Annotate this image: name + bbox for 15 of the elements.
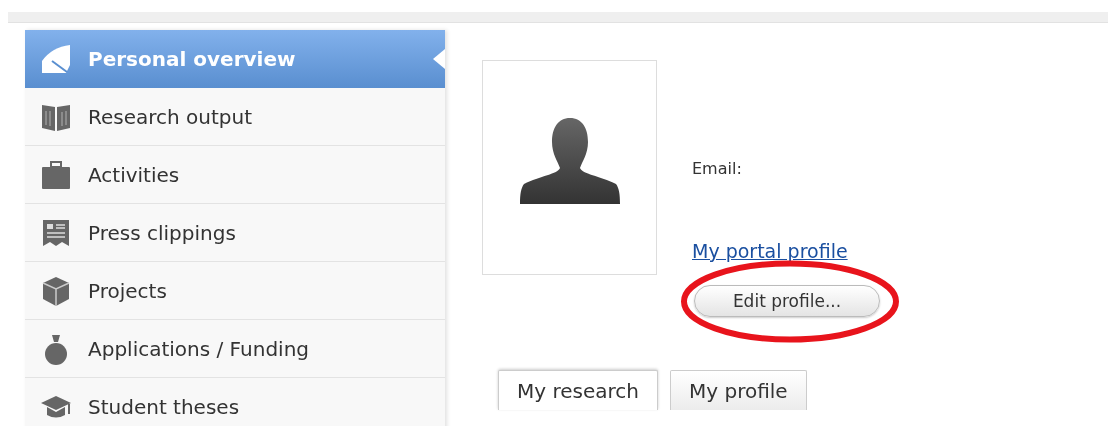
cube-icon [40,274,72,307]
sidebar-item[interactable]: Applications / Funding [25,320,445,378]
email-label: Email: [692,159,742,178]
sidebar-item[interactable]: Student theses [25,378,445,426]
sidebar-item[interactable]: Press clippings [25,204,445,262]
edit-profile-button[interactable]: Edit profile... [694,285,880,317]
tab[interactable]: My research [498,370,658,410]
sidebar-item[interactable]: Activities [25,146,445,204]
sidebar-item[interactable]: Research output [25,88,445,146]
tab[interactable]: My profile [670,370,807,410]
chart-icon [40,42,72,75]
briefcase-icon [40,158,72,191]
pointer-notch [433,49,445,69]
sidebar-item[interactable]: Projects [25,262,445,320]
portal-profile-link[interactable]: My portal profile [692,240,848,262]
